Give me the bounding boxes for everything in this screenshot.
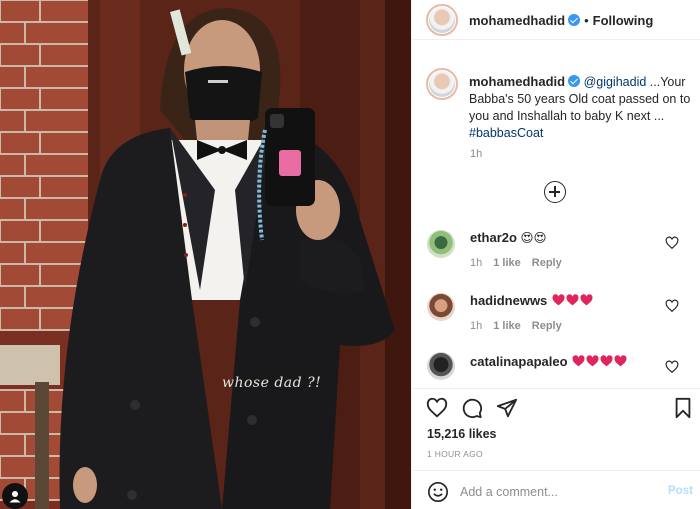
comment-hearts xyxy=(551,294,593,308)
plus-circle-icon[interactable] xyxy=(544,181,566,203)
caption-mention[interactable]: @gigihadid xyxy=(584,75,647,89)
caption-hashtag[interactable]: #babbasCoat xyxy=(469,126,543,140)
header-username[interactable]: mohamedhadid xyxy=(469,13,565,28)
caption-avatar[interactable] xyxy=(426,68,458,100)
smile-icon[interactable] xyxy=(427,481,449,503)
red-heart-icon xyxy=(614,355,627,367)
add-comment-bar: Post xyxy=(412,470,700,509)
comment-likes[interactable]: 1 like xyxy=(493,257,521,269)
header-author: mohamedhadid • Following xyxy=(469,13,653,28)
following-button[interactable]: Following xyxy=(593,13,654,28)
comment-time[interactable]: 1h xyxy=(470,320,482,332)
caption-username[interactable]: mohamedhadid xyxy=(469,74,565,89)
comment-input[interactable] xyxy=(460,481,650,503)
heart-icon[interactable] xyxy=(665,299,679,313)
comment-hearts xyxy=(571,355,627,369)
comment-avatar[interactable] xyxy=(427,293,455,321)
comment-item: ethar2o 😍😍 1h 1 like Reply xyxy=(412,228,700,288)
comment-item: catalinapapaleo xyxy=(412,352,700,386)
comment-avatar[interactable] xyxy=(427,352,455,380)
red-heart-icon xyxy=(586,355,599,367)
comment-avatar[interactable] xyxy=(427,230,455,258)
comment-username[interactable]: ethar2o xyxy=(470,230,517,245)
comment-body: ethar2o 😍😍 xyxy=(470,230,547,245)
separator-dot: • xyxy=(584,13,589,28)
post-side-panel: mohamedhadid • Following mohamedhadid @gig… xyxy=(411,0,700,509)
comment-body: hadidnewws xyxy=(470,293,593,308)
person-icon xyxy=(9,491,21,503)
comment-time[interactable]: 1h xyxy=(470,257,482,269)
post-button[interactable]: Post xyxy=(668,485,693,497)
red-heart-icon xyxy=(600,355,613,367)
comment-reply-button[interactable]: Reply xyxy=(532,320,562,332)
likes-count[interactable]: 15,216 likes xyxy=(427,427,497,441)
verified-icon xyxy=(568,14,581,26)
author-avatar[interactable] xyxy=(426,4,458,36)
share-icon[interactable] xyxy=(496,397,518,419)
heart-icon[interactable] xyxy=(665,236,679,250)
red-heart-icon xyxy=(580,294,593,306)
comment-item: hadidnewws 1h 1 like Reply xyxy=(412,291,700,351)
comment-username[interactable]: catalinapapaleo xyxy=(470,354,568,369)
red-heart-icon xyxy=(566,294,579,306)
comment-body: catalinapapaleo xyxy=(470,354,627,369)
comment-icon[interactable] xyxy=(461,397,483,419)
post-header: mohamedhadid • Following xyxy=(412,0,700,40)
heart-icon[interactable] xyxy=(426,397,448,419)
comment-text: 😍😍 xyxy=(520,231,547,245)
comment-likes[interactable]: 1 like xyxy=(493,320,521,332)
tagged-user-icon[interactable] xyxy=(2,483,28,509)
comment-meta: 1h 1 like Reply xyxy=(470,257,573,269)
post-actions: 15,216 likes 1 HOUR AGO Post xyxy=(412,388,700,509)
verified-icon xyxy=(568,75,581,87)
comment-username[interactable]: hadidnewws xyxy=(470,293,547,308)
bookmark-icon[interactable] xyxy=(672,397,694,419)
posted-time[interactable]: 1 HOUR AGO xyxy=(427,449,483,459)
heart-icon[interactable] xyxy=(665,360,679,374)
photo-overlay-text: whose dad ?! xyxy=(222,375,322,391)
red-heart-icon xyxy=(572,355,585,367)
comment-reply-button[interactable]: Reply xyxy=(532,257,562,269)
photo-illustration xyxy=(0,0,411,509)
post-photo[interactable]: whose dad ?! xyxy=(0,0,411,509)
red-heart-icon xyxy=(552,294,565,306)
caption-time[interactable]: 1h xyxy=(470,148,482,160)
comment-meta: 1h 1 like Reply xyxy=(470,320,573,332)
post-caption: mohamedhadid @gigihadid ...Your Babba's … xyxy=(469,73,691,142)
